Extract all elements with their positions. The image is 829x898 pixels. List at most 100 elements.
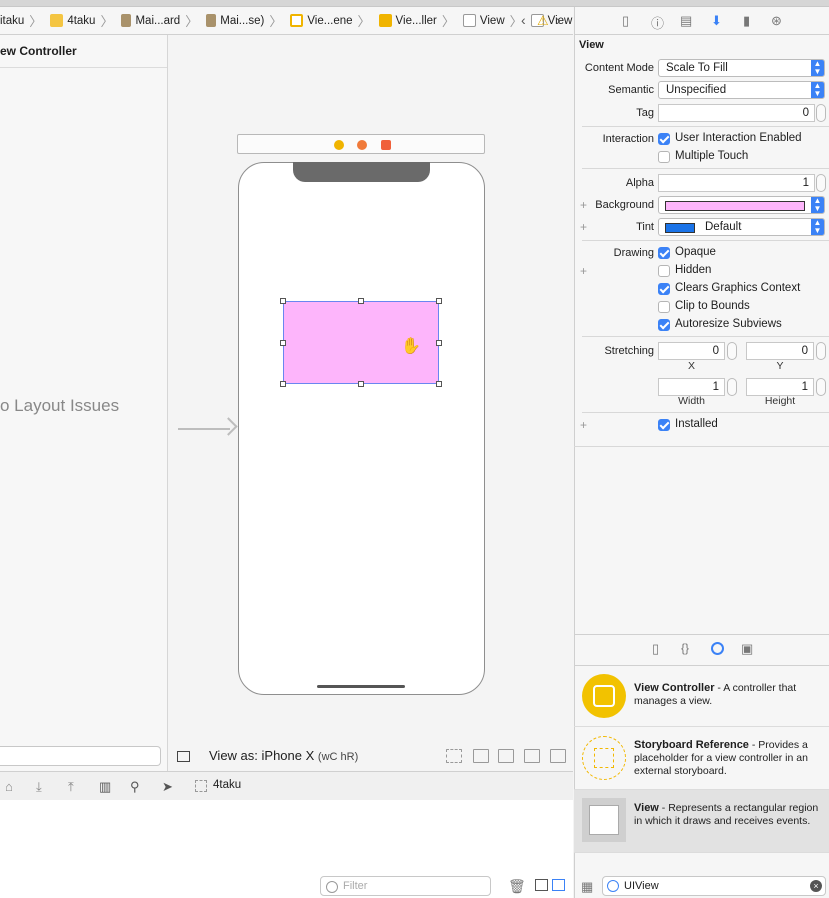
- background-color-popup[interactable]: ▲ ▼: [658, 196, 825, 214]
- breadcrumb-label: Vie...ller: [395, 14, 437, 27]
- scene-dock: [237, 134, 485, 154]
- breadcrumb-item[interactable]: Vie...ene 〉: [284, 11, 371, 30]
- debug-target-label[interactable]: 4taku: [213, 779, 241, 791]
- chevron-updown-icon: ▲ ▼: [811, 60, 824, 76]
- step-out-icon[interactable]: ⤒: [68, 779, 74, 795]
- clears-graphics-label: Clears Graphics Context: [675, 282, 801, 294]
- library-filter-input[interactable]: UIView ×: [602, 876, 826, 896]
- toggle-outline-icon[interactable]: [177, 751, 190, 762]
- stretching-height-stepper[interactable]: [816, 378, 826, 396]
- breadcrumb-item[interactable]: 4taku 〉: [44, 11, 113, 30]
- memory-graph-icon[interactable]: ⚲: [130, 779, 140, 795]
- view-hierarchy-icon[interactable]: ▥: [99, 779, 111, 795]
- content-mode-popup[interactable]: Scale To Fill ▲ ▼: [658, 59, 825, 77]
- alpha-stepper[interactable]: [816, 174, 826, 192]
- resize-handle[interactable]: [358, 381, 364, 387]
- tag-stepper[interactable]: [816, 104, 826, 122]
- breadcrumb-item[interactable]: View 〉: [457, 11, 523, 30]
- breadcrumb-label: itaku: [0, 14, 25, 27]
- view-controller-icon[interactable]: [334, 140, 344, 150]
- divider: [582, 412, 829, 413]
- tag-field[interactable]: 0: [658, 104, 815, 122]
- semantic-label: Semantic: [608, 84, 654, 96]
- clears-graphics-checkbox[interactable]: [658, 283, 670, 295]
- plus-icon[interactable]: +: [580, 264, 587, 278]
- resize-handle[interactable]: [280, 381, 286, 387]
- stretching-width-field[interactable]: 1: [658, 378, 725, 396]
- clear-icon[interactable]: ×: [810, 880, 822, 892]
- attributes-inspector-icon[interactable]: ⬇: [711, 13, 722, 29]
- show-variables-icon[interactable]: [535, 879, 548, 891]
- stretching-x-stepper[interactable]: [727, 342, 737, 360]
- library-filter-value: UIView: [624, 880, 659, 892]
- step-into-icon[interactable]: ⤓: [36, 779, 42, 795]
- step-over-icon[interactable]: ⌂: [5, 779, 13, 794]
- tint-color-popup[interactable]: Default ▲ ▼: [658, 218, 825, 236]
- window-top-strip: [0, 0, 829, 7]
- resize-handle[interactable]: [280, 340, 286, 346]
- opaque-checkbox[interactable]: [658, 247, 670, 259]
- resize-handle[interactable]: [436, 340, 442, 346]
- chevron-right-icon[interactable]: ›: [556, 12, 561, 28]
- background-color-swatch: [665, 201, 805, 211]
- hidden-checkbox[interactable]: [658, 265, 670, 277]
- quick-help-icon[interactable]: ⓘ: [651, 13, 664, 32]
- installed-checkbox[interactable]: [658, 419, 670, 431]
- chevron-left-icon[interactable]: ‹: [521, 12, 526, 28]
- breadcrumb-item[interactable]: Mai...ard 〉: [115, 11, 198, 30]
- code-snippets-icon[interactable]: {}: [681, 641, 689, 655]
- plus-icon[interactable]: +: [580, 418, 587, 432]
- location-icon[interactable]: ➤: [162, 779, 173, 795]
- media-library-icon[interactable]: ▣: [741, 641, 753, 657]
- multiple-touch-checkbox[interactable]: [658, 151, 670, 163]
- breadcrumb-item[interactable]: Mai...se) 〉: [200, 11, 282, 30]
- show-console-icon[interactable]: [552, 879, 565, 891]
- clip-to-bounds-checkbox[interactable]: [658, 301, 670, 313]
- resize-handle[interactable]: [436, 298, 442, 304]
- library-item-title: View: [634, 802, 659, 814]
- add-constraints-icon[interactable]: [524, 749, 540, 763]
- console-filter-input[interactable]: Filter: [320, 876, 491, 896]
- object-library-icon[interactable]: [711, 642, 724, 655]
- library-item-text: View Controller - A controller that mana…: [634, 682, 820, 708]
- file-inspector-icon[interactable]: ▯: [622, 13, 629, 29]
- target-icon: [195, 780, 207, 792]
- resize-handle[interactable]: [436, 381, 442, 387]
- view-controller-icon: [582, 674, 626, 718]
- semantic-popup[interactable]: Unspecified ▲ ▼: [658, 81, 825, 99]
- warning-icon[interactable]: ⚠: [537, 13, 549, 29]
- size-inspector-icon[interactable]: ▮: [743, 13, 750, 29]
- iphone-x-frame[interactable]: [238, 162, 485, 695]
- resolve-issues-icon[interactable]: [550, 749, 566, 763]
- folder-icon: [50, 14, 64, 27]
- stretching-height-field[interactable]: 1: [746, 378, 814, 396]
- resize-handle[interactable]: [280, 298, 286, 304]
- first-responder-icon[interactable]: [357, 140, 367, 150]
- divider: [0, 67, 167, 68]
- grid-view-icon[interactable]: ▦: [581, 879, 593, 895]
- user-interaction-checkbox[interactable]: [658, 133, 670, 145]
- breadcrumb-item[interactable]: Vie...ller 〉: [373, 11, 455, 30]
- stretching-y-stepper[interactable]: [816, 342, 826, 360]
- stretching-width-stepper[interactable]: [727, 378, 737, 396]
- update-frames-icon[interactable]: [446, 749, 462, 763]
- divider: [574, 446, 829, 447]
- stretching-y-field[interactable]: 0: [746, 342, 814, 360]
- embed-in-stack-icon[interactable]: [473, 749, 489, 763]
- size-class-label: (wC hR): [317, 751, 359, 763]
- library-item-desc: - Represents a rectangular region in whi…: [634, 802, 819, 827]
- alpha-field[interactable]: 1: [658, 174, 815, 192]
- content-mode-value: Scale To Fill: [666, 62, 728, 74]
- connections-inspector-icon[interactable]: ⊛: [771, 13, 782, 29]
- breadcrumb-item[interactable]: itaku 〉: [0, 11, 42, 30]
- identity-inspector-icon[interactable]: ▤: [680, 13, 692, 29]
- file-templates-icon[interactable]: ▯: [652, 641, 659, 657]
- autoresize-checkbox[interactable]: [658, 319, 670, 331]
- align-icon[interactable]: [498, 749, 514, 763]
- exit-icon[interactable]: [381, 140, 391, 150]
- trash-icon[interactable]: 🗑: [508, 878, 526, 895]
- stretching-x-field[interactable]: 0: [658, 342, 725, 360]
- view-as-device[interactable]: View as: iPhone X (wC hR): [209, 748, 358, 763]
- resize-handle[interactable]: [358, 298, 364, 304]
- outline-filter-input[interactable]: [0, 746, 161, 766]
